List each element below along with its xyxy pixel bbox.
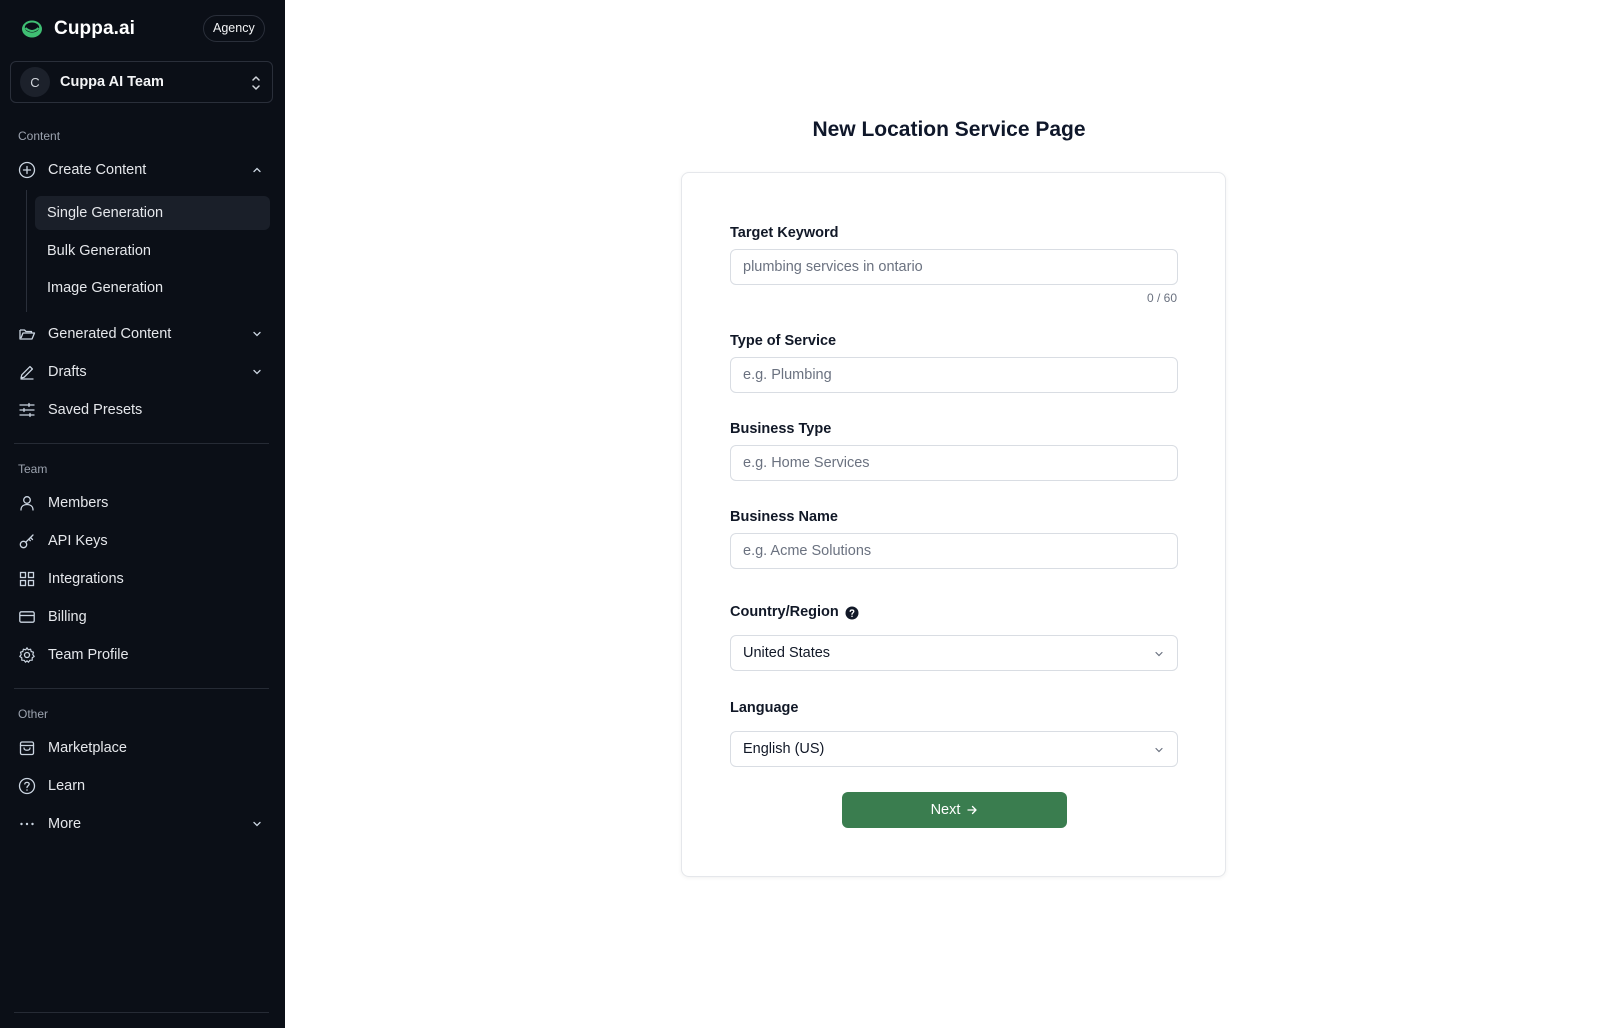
chevron-up-icon [253, 167, 261, 173]
next-button[interactable]: Next [842, 792, 1067, 828]
credit-card-icon [19, 611, 35, 623]
sidebar-item-label: Billing [48, 609, 87, 625]
more-horizontal-icon [20, 822, 34, 826]
sidebar-item-label: Drafts [48, 364, 87, 380]
sidebar-divider [14, 443, 269, 444]
type-of-service-input[interactable] [730, 357, 1178, 393]
form-card: Target Keyword 0 / 60 Type of Service Bu… [681, 172, 1226, 877]
sidebar-item-saved-presets[interactable]: Saved Presets [10, 395, 273, 425]
business-type-input[interactable] [730, 445, 1178, 481]
grid-icon [19, 571, 35, 587]
type-of-service-label: Type of Service [730, 333, 837, 349]
sidebar-item-label: Marketplace [48, 740, 127, 756]
character-counter: 0 / 60 [1146, 291, 1177, 305]
sidebar-item-generated-content[interactable]: Generated Content [10, 319, 273, 349]
section-label-team: Team [18, 462, 48, 476]
pencil-icon [20, 365, 34, 380]
sidebar-item-label: Integrations [48, 571, 124, 587]
language-select[interactable]: English (US) [730, 731, 1178, 767]
sidebar-item-label: Team Profile [48, 647, 129, 663]
chevrons-up-down-icon [252, 76, 260, 90]
business-type-label: Business Type [730, 421, 832, 437]
plus-circle-icon [18, 161, 36, 179]
language-label: Language [730, 700, 799, 716]
sidebar-item-marketplace[interactable]: Marketplace [10, 733, 273, 763]
question-circle-icon[interactable] [845, 606, 859, 620]
sidebar-divider [14, 688, 269, 689]
plan-badge: Agency [203, 15, 265, 42]
sidebar-divider [14, 1012, 269, 1013]
chevron-down-icon [253, 331, 261, 337]
section-label-content: Content [18, 129, 61, 143]
brand-name: Cuppa.ai [54, 18, 136, 39]
sidebar-item-members[interactable]: Members [10, 488, 273, 518]
subtree-guide [26, 190, 27, 312]
country-region-value: United States [743, 645, 831, 661]
sidebar-item-label: Create Content [48, 162, 147, 178]
sidebar-item-api-keys[interactable]: API Keys [10, 526, 273, 556]
sidebar-subitem-label: Image Generation [47, 280, 164, 296]
chevron-down-icon [253, 821, 261, 827]
brand[interactable]: Cuppa.ai [20, 16, 135, 42]
sidebar-item-label: More [48, 816, 82, 832]
country-region-label: Country/Region [730, 604, 839, 620]
sidebar-item-learn[interactable]: Learn [10, 771, 273, 801]
folder-open-icon [19, 329, 36, 340]
sidebar-item-integrations[interactable]: Integrations [10, 564, 273, 594]
chevron-down-icon [253, 369, 261, 375]
next-button-label: Next [930, 802, 961, 818]
user-icon [20, 496, 34, 511]
sidebar-item-label: Members [48, 495, 109, 511]
sidebar: Cuppa.ai Agency C Cuppa AI Team Content … [0, 0, 285, 1028]
sidebar-subitem-image-generation[interactable]: Image Generation [35, 271, 270, 305]
sidebar-item-label: Generated Content [48, 326, 172, 342]
team-avatar: C [20, 67, 50, 97]
sidebar-subitem-label: Single Generation [47, 205, 164, 221]
language-value: English (US) [743, 741, 825, 757]
target-keyword-label: Target Keyword [730, 225, 839, 241]
chevron-down-icon [1155, 747, 1163, 753]
sidebar-subitem-single-generation[interactable]: Single Generation [35, 196, 270, 230]
key-icon [19, 534, 34, 549]
sidebar-item-drafts[interactable]: Drafts [10, 357, 273, 387]
business-name-input[interactable] [730, 533, 1178, 569]
sidebar-item-billing[interactable]: Billing [10, 602, 273, 632]
chevron-down-icon [1155, 651, 1163, 657]
sliders-icon [19, 402, 35, 418]
gear-icon [19, 647, 35, 663]
sidebar-subitem-label: Bulk Generation [47, 243, 151, 259]
sidebar-item-team-profile[interactable]: Team Profile [10, 640, 273, 670]
section-label-other: Other [18, 707, 49, 721]
sidebar-item-label: Saved Presets [48, 402, 143, 418]
page-title: New Location Service Page [812, 118, 1086, 141]
team-name: Cuppa AI Team [60, 74, 164, 90]
sidebar-item-label: API Keys [48, 533, 108, 549]
sidebar-item-create-content[interactable]: Create Content [10, 155, 273, 185]
sidebar-item-label: Learn [48, 778, 86, 794]
team-switcher[interactable]: C Cuppa AI Team [10, 61, 273, 103]
arrow-right-icon [967, 805, 978, 815]
business-name-label: Business Name [730, 509, 838, 525]
country-region-select[interactable]: United States [730, 635, 1178, 671]
sidebar-subitem-bulk-generation[interactable]: Bulk Generation [35, 234, 270, 268]
shopping-bag-icon [19, 741, 35, 756]
help-circle-icon [18, 777, 36, 795]
cuppa-logo-icon [22, 20, 42, 38]
target-keyword-input[interactable] [730, 249, 1178, 285]
sidebar-item-more[interactable]: More [10, 809, 273, 839]
